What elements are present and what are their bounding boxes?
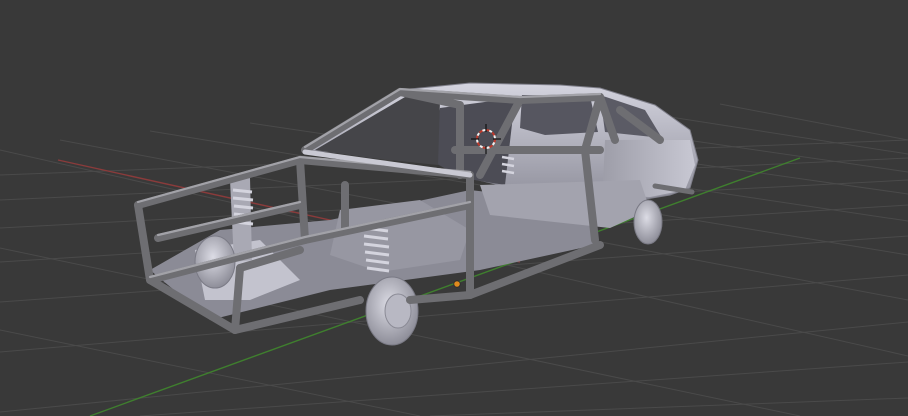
3d-viewport[interactable] <box>0 0 908 416</box>
object-origin-icon[interactable] <box>453 280 461 288</box>
race-car-chassis-model[interactable] <box>134 82 699 346</box>
rear-brake-disc <box>633 199 663 245</box>
viewport-canvas[interactable] <box>0 0 908 416</box>
